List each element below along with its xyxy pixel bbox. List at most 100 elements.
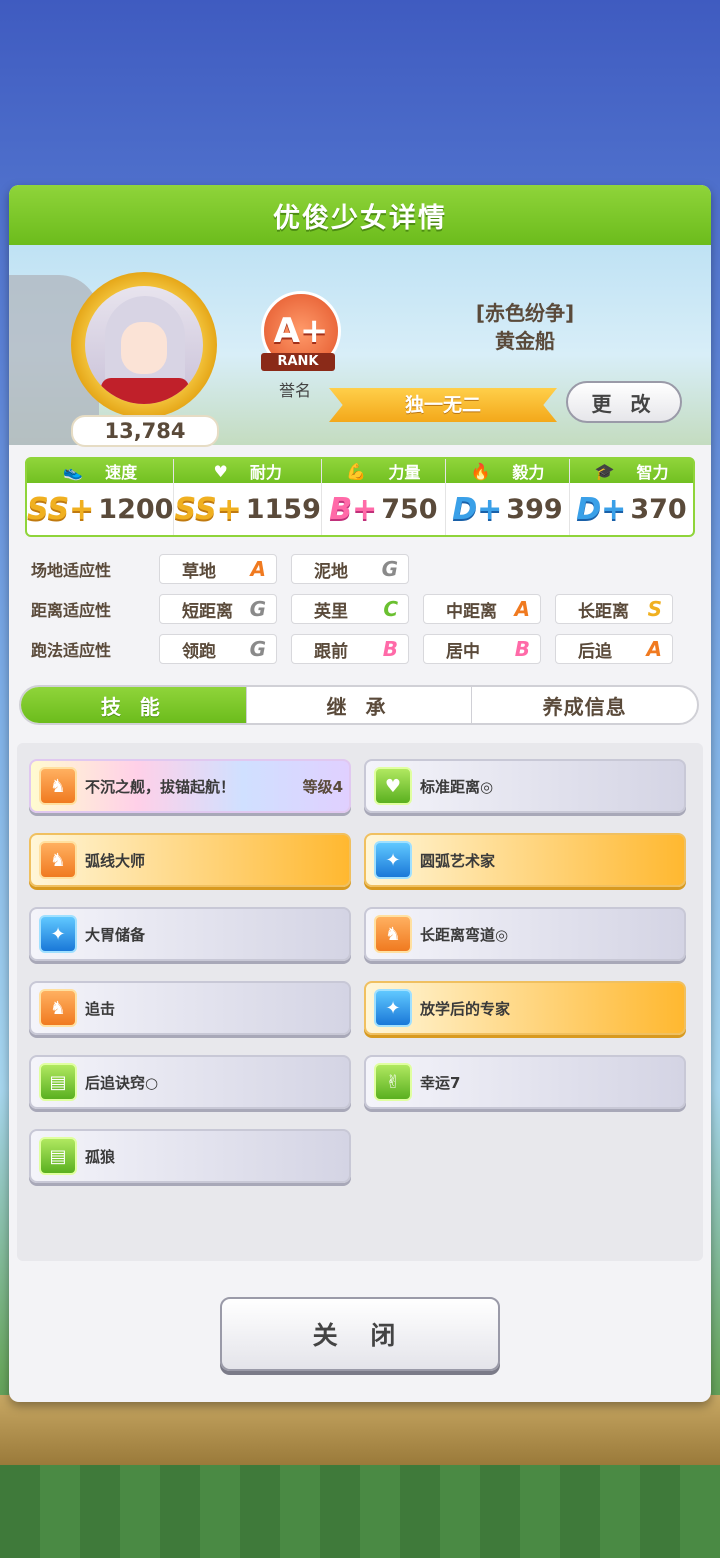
character-name: 黄金船 [495,329,555,353]
flame-icon: 🔥 [470,461,491,481]
skill-item[interactable]: ✦ 大胃储备 [29,907,351,961]
aptitude-grade: A [514,597,530,621]
skill-item[interactable]: ♞ 追击 [29,981,351,1035]
skill-name: 后追诀窍○ [85,1073,159,1092]
sparkle-icon: ✦ [374,989,412,1027]
skill-name: 不沉之舰，拔锚起航！ [85,777,236,796]
sparkle-icon: ✦ [374,841,412,879]
running-horse-icon: ♞ [39,989,77,1027]
skill-name: 大胃储备 [85,925,146,944]
aptitude-cell: 跟前 B [291,634,409,664]
stat-value: 1159 [245,493,321,525]
skill-item[interactable]: ▤ 孤狼 [29,1129,351,1183]
background-grass [0,1465,720,1558]
skill-item[interactable]: ▤ 后追诀窍○ [29,1055,351,1109]
skill-item[interactable]: ✌ 幸运7 [364,1055,686,1109]
sparkle-icon: ✦ [39,915,77,953]
stat-label: 速度 [105,463,138,482]
tab-inheritance[interactable]: 继 承 [247,687,473,723]
skill-item[interactable]: ✦ 圆弧艺术家 [364,833,686,887]
aptitude-name: 短距离 [182,601,233,622]
aptitude-grade: A [646,637,662,661]
rank-label: 誉名 [279,381,312,400]
aptitude-label: 距离适应性 [31,601,112,620]
running-horse-icon: ♞ [39,841,77,879]
skill-name: 长距离弯道◎ [420,925,509,944]
costume-name: [赤色纷争] [475,301,575,325]
stat-power: 💪 力量 B+ 750 [321,459,446,535]
aptitude-cell: 后追 A [555,634,673,664]
skill-item[interactable]: ✦ 放学后的专家 [364,981,686,1035]
aptitude-name: 草地 [182,561,216,582]
character-portrait[interactable] [71,272,217,418]
aptitude-name: 中距离 [446,601,497,622]
book-icon: ▤ [39,1137,77,1175]
stat-grade: SS+ [27,491,95,527]
skill-name: 标准距离◎ [420,777,494,796]
aptitude-grade: G [249,597,266,621]
skill-item[interactable]: ♞ 弧线大师 [29,833,351,887]
aptitude-grade: G [381,557,398,581]
stat-label: 智力 [636,463,669,482]
aptitude-name: 泥地 [314,561,348,582]
aptitude-name: 跟前 [314,641,348,662]
cheer-icon: ✌ [374,1063,412,1101]
aptitude-name: 后追 [578,641,612,662]
tab-training-info[interactable]: 养成信息 [472,687,697,723]
skills-list: ♞ 不沉之舰，拔锚起航！ 等级4 ♥ 标准距离◎ ♞ 弧线大师 ✦ 圆弧艺术家 … [17,743,703,1261]
heart-icon: ♥ [374,767,412,805]
aptitude-grade: A [250,557,266,581]
stat-guts: 🔥 毅力 D+ 399 [445,459,570,535]
panel-title: 优俊少女详情 [9,185,711,245]
character-hero: 13,784 A+ RANK 誉名 [赤色纷争] 黄金船 独一无二 更 改 [9,245,711,447]
stat-grade: D+ [452,491,503,527]
stat-grade: SS+ [174,491,242,527]
aptitude-name: 长距离 [578,601,629,622]
shoe-icon: 👟 [63,461,84,481]
running-horse-icon: ♞ [374,915,412,953]
aptitude-name: 英里 [314,601,348,622]
aptitude-grade: S [647,597,662,621]
aptitude-row-distance: 距离适应性 短距离 G 英里 C 中距离 A 长距离 S [31,592,687,626]
stat-label: 耐力 [249,463,282,482]
stats-panel: 👟 速度 SS+ 1200 ♥ 耐力 SS+ 1159 💪 力量 B+ 750 🔥 毅力 D+… [25,457,695,537]
aptitude-cell: 领跑 G [159,634,277,664]
aptitude-cell: 短距离 G [159,594,277,624]
aptitude-label: 场地适应性 [31,561,112,580]
skill-item[interactable]: ♞ 长距离弯道◎ [364,907,686,961]
stat-label: 力量 [388,463,421,482]
stat-value: 370 [630,493,687,525]
close-button[interactable]: 关 闭 [220,1297,500,1371]
aptitude-grade: B [382,637,398,661]
tab-skills[interactable]: 技 能 [21,687,247,723]
skill-item[interactable]: ♥ 标准距离◎ [364,759,686,813]
aptitude-grade: C [383,597,398,621]
skill-name: 放学后的专家 [420,999,511,1018]
tab-bar: 技 能 继 承 养成信息 [19,685,699,725]
character-title: [赤色纷争] 黄金船 [409,299,641,355]
aptitude-name: 领跑 [182,641,216,662]
aptitude-grade: B [514,637,530,661]
aptitude-cell: 草地 A [159,554,277,584]
stat-value: 750 [381,493,438,525]
stat-grade: B+ [329,491,378,527]
skill-name: 孤狼 [85,1147,116,1166]
aptitude-cell: 居中 B [423,634,541,664]
stat-stamina: ♥ 耐力 SS+ 1159 [174,459,322,535]
stat-speed: 👟 速度 SS+ 1200 [27,459,175,535]
aptitude-cell: 长距离 S [555,594,673,624]
change-button[interactable]: 更 改 [566,381,682,423]
aptitude-cell: 中距离 A [423,594,541,624]
stat-wisdom: 🎓 智力 D+ 370 [569,459,694,535]
aptitude-label: 跑法适应性 [31,641,112,660]
skill-item[interactable]: ♞ 不沉之舰，拔锚起航！ 等级4 [29,759,351,813]
skill-level: 等级4 [302,777,343,796]
heart-icon: ♥ [213,461,228,481]
aptitude-cell: 泥地 G [291,554,409,584]
stat-value: 1200 [98,493,174,525]
skill-name: 追击 [85,999,116,1018]
aptitude-row-track: 场地适应性 草地 A 泥地 G [31,552,423,586]
aptitude-cell: 英里 C [291,594,409,624]
rank-tag: RANK [261,353,335,371]
detail-panel: 优俊少女详情 13,784 A+ RANK 誉名 [赤色纷争] 黄金船 独一无二… [9,185,711,1402]
